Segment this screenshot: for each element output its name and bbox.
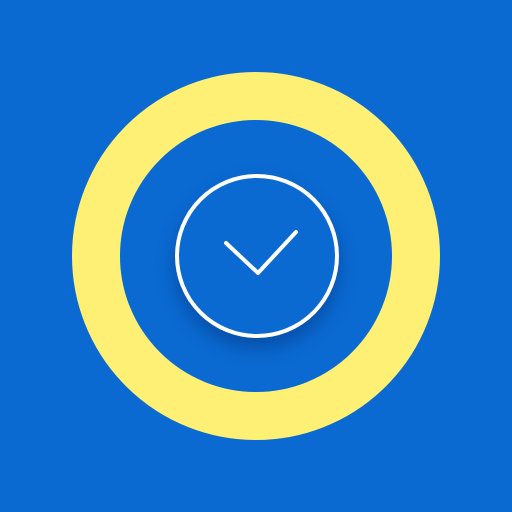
checkmark-icon xyxy=(224,230,298,275)
check-circle-icon xyxy=(175,174,339,338)
app-icon-canvas xyxy=(0,0,512,512)
